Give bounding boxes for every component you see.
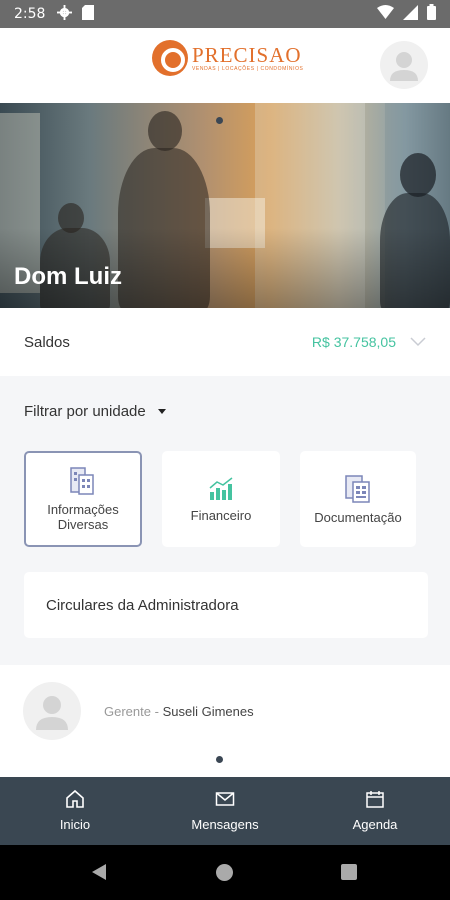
nav-label: Agenda: [352, 817, 398, 832]
carousel-indicator: [216, 756, 223, 763]
chevron-down-icon[interactable]: [410, 337, 426, 347]
card-label: Documentação: [314, 509, 402, 525]
card-informacoes-diversas[interactable]: Informações Diversas: [24, 451, 142, 547]
card-label: Informações Diversas: [47, 502, 119, 532]
balance-value: R$ 37.758,05: [311, 334, 396, 350]
mail-icon: [215, 792, 235, 806]
brand-logo: PRECISAO VENDAS | LOCAÇÕES | CONDOMÍNIOS: [152, 40, 304, 76]
person-icon: [36, 696, 68, 730]
balance-row[interactable]: Saldos R$ 37.758,05: [0, 308, 450, 376]
documents-icon: [345, 474, 370, 503]
user-avatar-icon: [390, 52, 418, 81]
home-button-icon[interactable]: [216, 864, 233, 881]
back-icon[interactable]: [92, 864, 106, 880]
nav-label: Mensagens: [191, 817, 259, 832]
logo-tagline: VENDAS | LOCAÇÕES | CONDOMÍNIOS: [192, 66, 304, 72]
carousel-indicator: [216, 117, 223, 124]
status-bar: 2:58: [0, 0, 450, 28]
building-document-icon: [70, 467, 94, 495]
nav-label: Inicio: [59, 817, 91, 832]
recent-apps-icon[interactable]: [341, 864, 357, 880]
unit-filter-label: Filtrar por unidade: [24, 403, 146, 420]
wifi-icon: [377, 5, 394, 23]
battery-icon: [427, 4, 436, 24]
circulares-item[interactable]: Circulares da Administradora: [24, 572, 428, 638]
sd-card-icon: [82, 4, 95, 24]
signal-icon: [403, 4, 418, 24]
home-icon: [66, 789, 84, 808]
bar-chart-icon: [209, 476, 233, 500]
manager-role: Gerente: [104, 704, 151, 719]
logo-mark-icon: [152, 40, 188, 76]
system-navigation-bar: [0, 845, 450, 900]
logo-word: PRECISAO: [192, 43, 302, 67]
condominium-title: Dom Luiz: [14, 263, 122, 290]
manager-section: Gerente - Suseli Gimenes: [0, 665, 450, 777]
user-avatar-button[interactable]: [380, 41, 428, 89]
hero-banner: Dom Luiz: [0, 103, 450, 308]
card-documentacao[interactable]: Documentação: [300, 451, 416, 547]
calendar-icon: [366, 791, 384, 808]
manager-name: Suseli Gimenes: [162, 704, 254, 719]
dropdown-caret-icon: [157, 409, 166, 414]
circulares-label: Circulares da Administradora: [46, 596, 239, 614]
nav-agenda[interactable]: Agenda: [300, 777, 450, 845]
manager-avatar: [23, 682, 81, 740]
nav-inicio[interactable]: Inicio: [0, 777, 150, 845]
bottom-navigation: Inicio Mensagens Agenda: [0, 777, 450, 845]
status-time: 2:58: [14, 6, 46, 22]
card-financeiro[interactable]: Financeiro: [162, 451, 280, 547]
card-label: Financeiro: [190, 507, 252, 523]
unit-filter-dropdown[interactable]: Filtrar por unidade: [24, 403, 166, 420]
balance-label: Saldos: [24, 333, 70, 351]
app-header: PRECISAO VENDAS | LOCAÇÕES | CONDOMÍNIOS: [0, 28, 450, 103]
manager-separator: -: [154, 704, 159, 719]
nav-mensagens[interactable]: Mensagens: [150, 777, 300, 845]
gear-icon: [57, 4, 73, 24]
